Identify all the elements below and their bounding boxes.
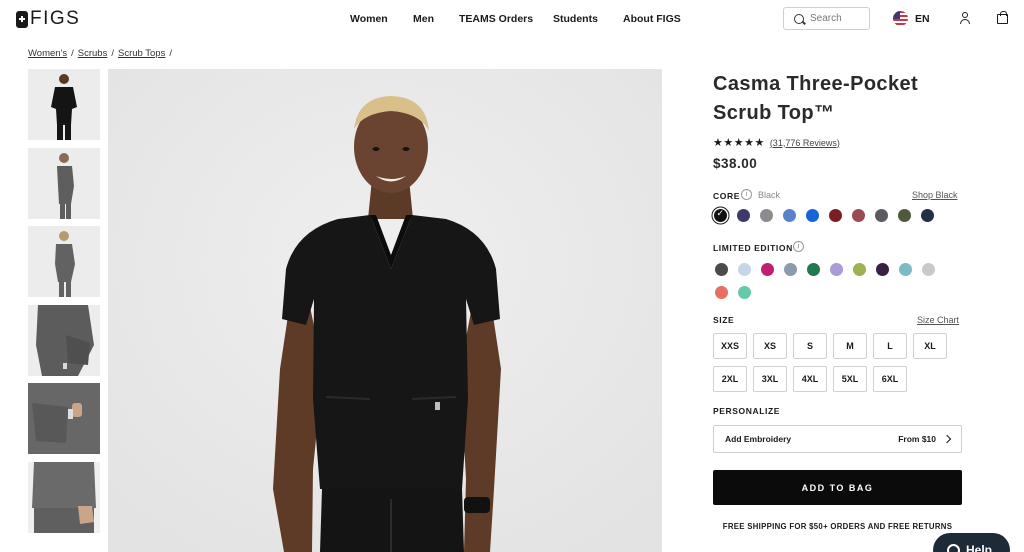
free-shipping-note: FREE SHIPPING FOR $50+ ORDERS AND FREE R… [722,522,953,531]
nav-women[interactable]: Women [350,13,388,25]
size-chart-link[interactable]: Size Chart [917,315,959,325]
thumbnail-sleeve-image [28,305,100,376]
thumbnail-back-image [28,226,100,297]
language-selector[interactable]: EN [893,11,930,26]
thumbnail-front[interactable] [28,69,100,140]
limited-color-swatch[interactable] [738,286,751,299]
embroidery-price: From $10 [898,434,936,444]
main-product-image[interactable] [108,69,662,552]
add-to-bag-button[interactable]: ADD TO BAG [713,470,962,505]
thumbnail-back[interactable] [28,226,100,297]
thumbnail-side-image [28,148,100,219]
breadcrumb-separator: / [111,48,114,59]
breadcrumb: Women's / Scrubs / Scrub Tops / [28,48,172,59]
thumbnail-hem-image [28,462,100,533]
core-color-swatch[interactable] [783,209,796,222]
size-option-6xl[interactable]: 6XL [873,366,907,392]
limited-color-swatch[interactable] [830,263,843,276]
shop-black-link[interactable]: Shop Black [912,190,958,200]
nav-teams-orders[interactable]: TEAMS Orders [459,13,533,25]
personalize-label: PERSONALIZE [713,406,781,416]
size-option-l[interactable]: L [873,333,907,359]
thumbnail-pocket-image [28,383,100,454]
figs-logo[interactable]: FIGS [16,8,81,29]
selected-color-name: Black [758,190,781,200]
size-option-xl[interactable]: XL [913,333,947,359]
thumbnail-sleeve-detail[interactable] [28,305,100,376]
size-option-s[interactable]: S [793,333,827,359]
size-option-3xl[interactable]: 3XL [753,366,787,392]
search-input[interactable]: Search [783,7,870,30]
limited-color-swatch[interactable] [784,263,797,276]
search-placeholder: Search [810,13,842,24]
size-option-5xl[interactable]: 5XL [833,366,867,392]
core-info-icon[interactable]: i [741,189,752,200]
help-button[interactable]: Help [933,533,1010,552]
help-chat-icon [947,543,960,552]
account-icon-head [962,12,968,18]
limited-color-swatch[interactable] [807,263,820,276]
model-wearing-scrub-top-image [108,69,662,552]
core-label: CORE [713,191,740,201]
chevron-right-icon [942,434,952,444]
limited-edition-label: LIMITED EDITION [713,243,793,253]
core-color-swatch[interactable] [898,209,911,222]
logo-text: FIGS [30,8,81,29]
breadcrumb-separator: / [169,48,172,59]
size-option-4xl[interactable]: 4XL [793,366,827,392]
core-color-swatch[interactable] [852,209,865,222]
rating-stars-icon: ★★★★★ [713,137,765,149]
size-option-xxs[interactable]: XXS [713,333,747,359]
limited-color-swatch[interactable] [761,263,774,276]
limited-color-swatch[interactable] [876,263,889,276]
language-label: EN [915,12,930,25]
limited-color-swatch[interactable] [715,263,728,276]
nav-about-figs[interactable]: About FIGS [623,13,681,25]
search-icon [794,13,804,24]
breadcrumb-womens[interactable]: Women's [28,48,67,59]
core-color-swatch[interactable] [875,209,888,222]
size-option-xs[interactable]: XS [753,333,787,359]
product-price: $38.00 [713,156,758,171]
size-option-2xl[interactable]: 2XL [713,366,747,392]
figs-logo-mark-icon [16,10,28,28]
limited-color-swatch[interactable] [899,263,912,276]
breadcrumb-separator: / [71,48,74,59]
core-color-swatch[interactable] [921,209,934,222]
add-embroidery-button[interactable]: Add Embroidery From $10 [713,425,962,453]
nav-students[interactable]: Students [553,13,598,25]
account-icon[interactable] [959,12,971,24]
us-flag-icon [893,11,908,26]
limited-edition-info-icon[interactable]: i [793,241,804,252]
limited-color-swatch[interactable] [922,263,935,276]
core-color-swatch[interactable] [737,209,750,222]
embroidery-label: Add Embroidery [725,434,792,444]
thumbnail-hem-detail[interactable] [28,462,100,533]
help-label: Help [966,543,993,552]
limited-color-swatch[interactable] [715,286,728,299]
nav-men[interactable]: Men [413,13,434,25]
breadcrumb-scrub-tops[interactable]: Scrub Tops [118,48,165,59]
core-color-swatch[interactable] [806,209,819,222]
product-rating[interactable]: ★★★★★ (31,776 Reviews) [713,136,840,149]
site-header: FIGS Women Men TEAMS Orders Students Abo… [0,0,1024,38]
limited-color-swatch[interactable] [853,263,866,276]
size-option-m[interactable]: M [833,333,867,359]
limited-color-swatch[interactable] [738,263,751,276]
thumbnail-side[interactable] [28,148,100,219]
reviews-link[interactable]: (31,776 Reviews) [770,138,840,148]
thumbnail-pocket-detail[interactable] [28,383,100,454]
size-label: SIZE [713,315,735,325]
shopping-bag-icon[interactable] [997,11,1008,24]
core-color-swatch[interactable] [714,208,727,222]
thumbnail-front-image [28,69,100,140]
core-color-swatch[interactable] [760,209,773,222]
core-color-swatch[interactable] [829,209,842,222]
breadcrumb-scrubs[interactable]: Scrubs [78,48,108,59]
account-icon-body [960,19,970,24]
product-title: Casma Three-Pocket Scrub Top™ [713,73,919,124]
